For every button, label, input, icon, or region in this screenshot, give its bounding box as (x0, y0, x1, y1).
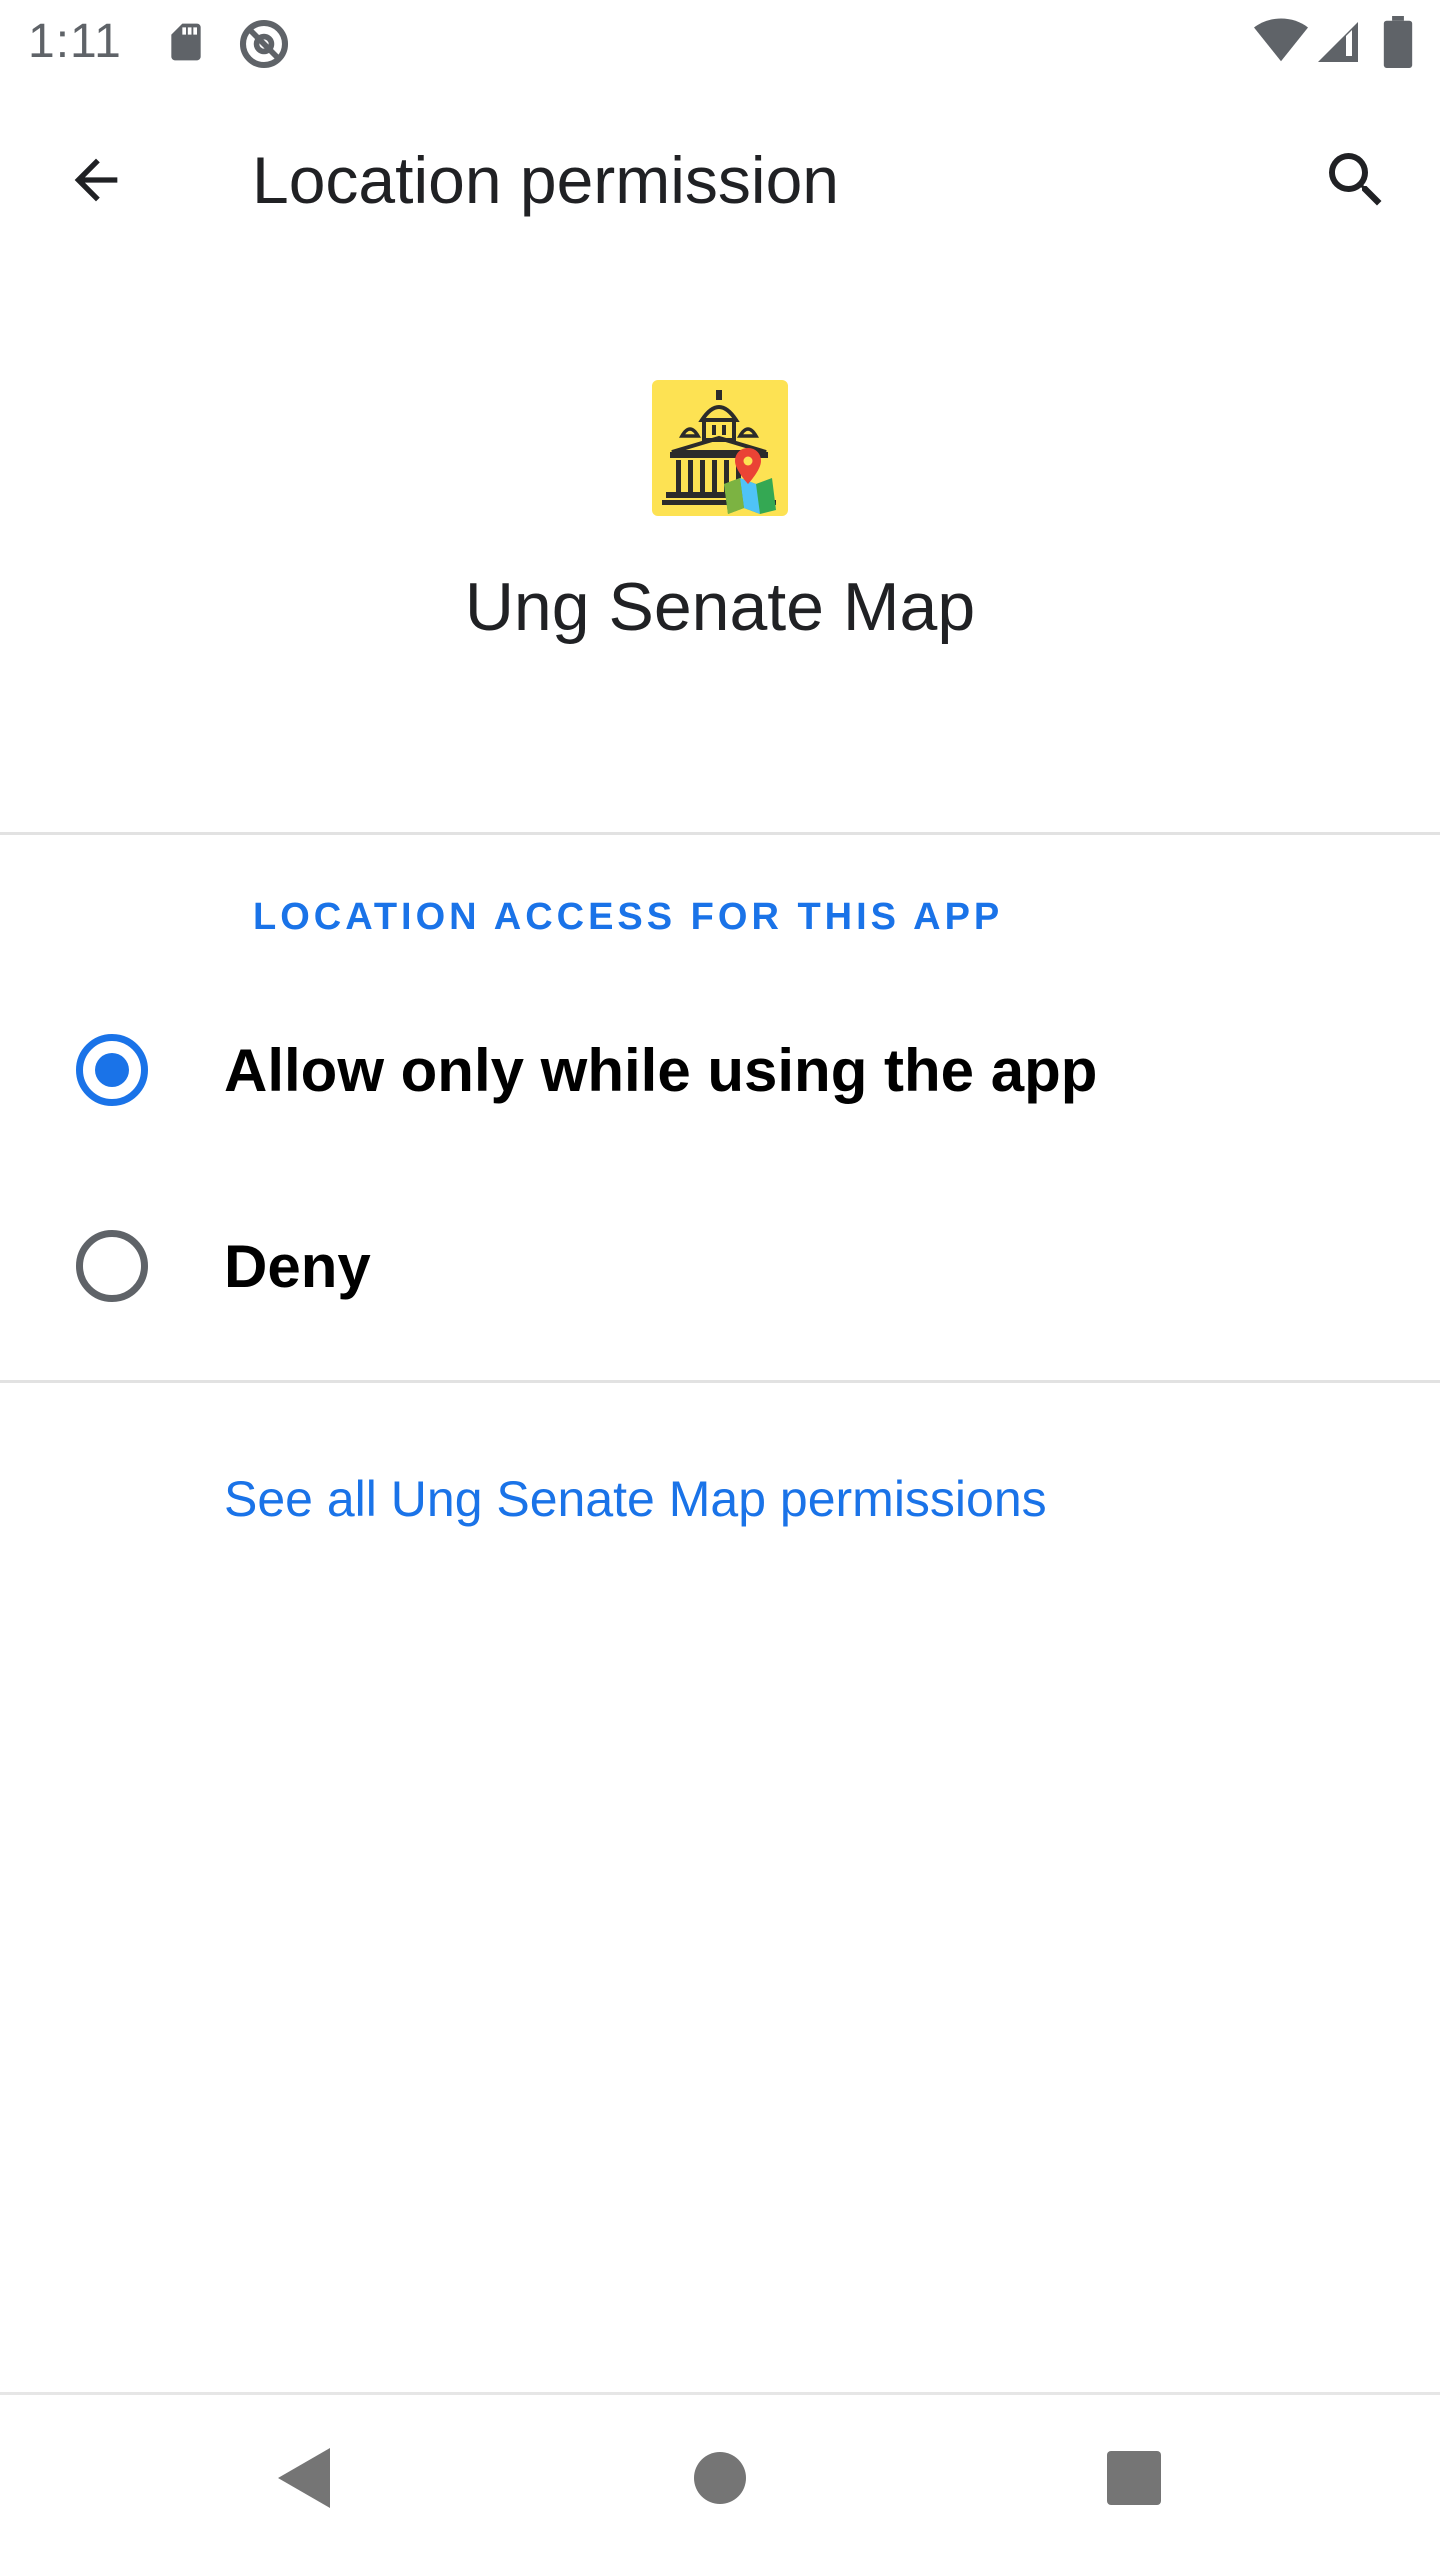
divider-bottom (0, 1380, 1440, 1383)
see-all-permissions-link[interactable]: See all Ung Senate Map permissions (224, 1470, 1047, 1528)
no-sync-icon (239, 19, 289, 69)
nav-recents-button[interactable] (1074, 2418, 1194, 2538)
nav-home-button[interactable] (660, 2418, 780, 2538)
arrow-back-icon (74, 158, 118, 202)
signal-icon (1318, 22, 1358, 62)
senate-map-app-icon (652, 380, 788, 516)
radio-deny-unselected[interactable] (76, 1230, 148, 1302)
section-label: LOCATION ACCESS FOR THIS APP (253, 896, 1004, 938)
option-allow-label: Allow only while using the app (224, 1037, 1098, 1104)
sd-card-icon (171, 23, 201, 61)
back-button[interactable] (44, 128, 148, 232)
senate-building-icon (662, 390, 776, 514)
divider-top (0, 832, 1440, 835)
option-deny[interactable]: Deny (0, 1168, 1440, 1364)
option-allow-while-using[interactable]: Allow only while using the app (0, 972, 1440, 1168)
search-button[interactable] (1304, 128, 1408, 232)
status-bar: 1:11 (0, 0, 1440, 84)
home-circle-icon (694, 2452, 746, 2504)
wifi-icon (1254, 18, 1308, 62)
status-time: 1:11 (28, 15, 122, 68)
option-deny-label: Deny (224, 1233, 371, 1300)
app-name: Ung Senate Map (464, 569, 976, 645)
back-triangle-icon (278, 2448, 330, 2508)
recents-square-icon (1107, 2451, 1161, 2505)
page-title: Location permission (252, 143, 839, 217)
radio-dot (95, 1053, 129, 1087)
search-icon (1329, 153, 1382, 206)
battery-icon (1383, 16, 1413, 68)
nav-back-button[interactable] (244, 2418, 364, 2538)
radio-allow-selected[interactable] (76, 1034, 148, 1106)
